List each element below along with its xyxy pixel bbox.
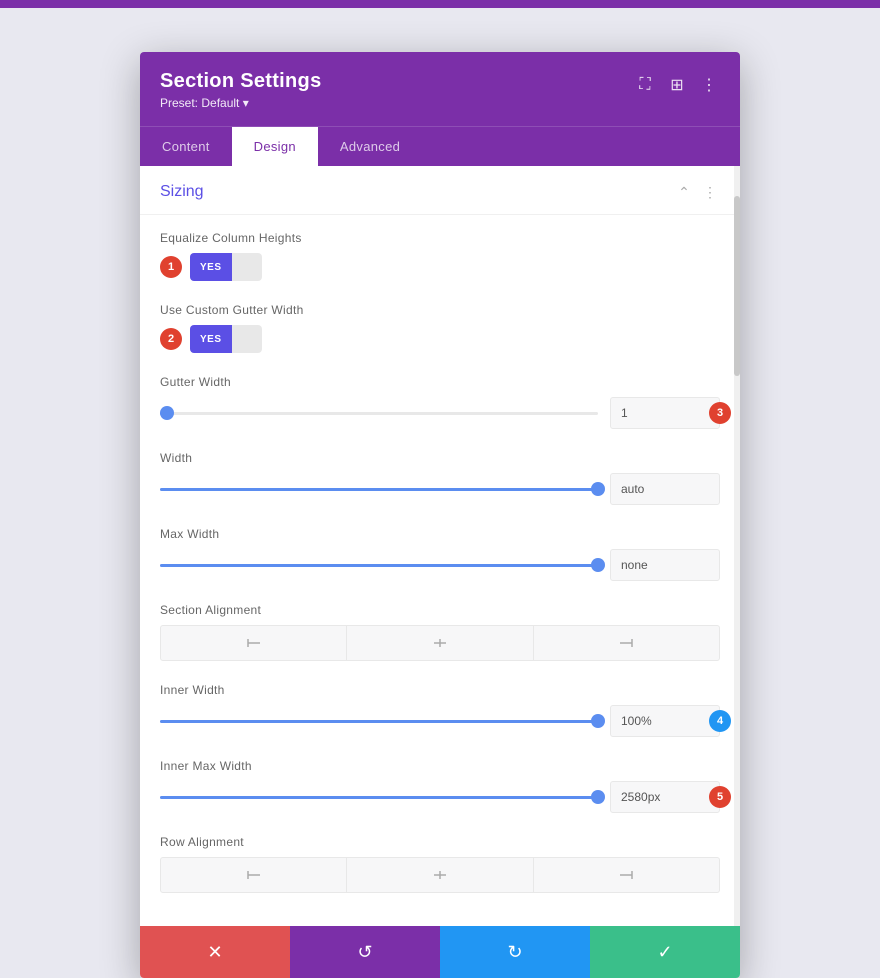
- more-icon[interactable]: ⋮: [698, 74, 720, 96]
- align-left-btn[interactable]: [160, 625, 347, 661]
- tab-content[interactable]: Content: [140, 127, 232, 166]
- toggle-no-2: [232, 325, 262, 353]
- row-align-right-icon: [618, 869, 634, 881]
- row-align-center-icon: [432, 869, 448, 881]
- header-icons: ⛶ ⊞ ⋮: [634, 74, 720, 96]
- width-row: Width: [160, 451, 720, 505]
- tabs: Content Design Advanced: [140, 126, 740, 166]
- badge-1: 1: [160, 256, 182, 278]
- inner-width-label: Inner Width: [160, 683, 720, 697]
- max-width-thumb[interactable]: [591, 558, 605, 572]
- gutter-width-input-wrap: 3: [610, 397, 720, 429]
- max-width-slider-row: [160, 549, 720, 581]
- inner-max-width-row: Inner Max Width 5: [160, 759, 720, 813]
- section-settings-modal: Section Settings Preset: Default ▾ ⛶ ⊞ ⋮…: [140, 52, 740, 978]
- layout-icon[interactable]: ⊞: [666, 74, 688, 96]
- collapse-icon[interactable]: ⌃: [674, 182, 694, 202]
- modal-title: Section Settings: [160, 70, 322, 93]
- section-alignment-group: [160, 625, 720, 661]
- custom-gutter-toggle-row: 2 YES: [160, 325, 720, 353]
- badge-2: 2: [160, 328, 182, 350]
- toggle-no-1: [232, 253, 262, 281]
- max-width-input[interactable]: [610, 549, 720, 581]
- row-alignment-label: Row Alignment: [160, 835, 720, 849]
- custom-gutter-label: Use Custom Gutter Width: [160, 303, 720, 317]
- badge-3: 3: [709, 402, 731, 424]
- inner-width-thumb[interactable]: [591, 714, 605, 728]
- modal-header: Section Settings Preset: Default ▾ ⛶ ⊞ ⋮: [140, 52, 740, 126]
- modal-preset[interactable]: Preset: Default ▾: [160, 96, 322, 110]
- gutter-width-thumb[interactable]: [160, 406, 174, 420]
- equalize-columns-label: Equalize Column Heights: [160, 231, 720, 245]
- top-bar: [0, 0, 880, 8]
- inner-width-row: Inner Width 4: [160, 683, 720, 737]
- width-thumb[interactable]: [591, 482, 605, 496]
- toggle-yes-2: YES: [190, 325, 232, 353]
- tab-advanced[interactable]: Advanced: [318, 127, 422, 166]
- scrollbar-thumb[interactable]: [734, 196, 740, 376]
- inner-max-width-label: Inner Max Width: [160, 759, 720, 773]
- width-label: Width: [160, 451, 720, 465]
- badge-5: 5: [709, 786, 731, 808]
- expand-icon[interactable]: ⛶: [634, 74, 656, 96]
- undo-button[interactable]: ↺: [290, 926, 440, 978]
- width-track[interactable]: [160, 488, 598, 491]
- gutter-width-track[interactable]: [160, 412, 598, 415]
- inner-width-track[interactable]: [160, 720, 598, 723]
- equalize-columns-toggle-row: 1 YES: [160, 253, 720, 281]
- scrollbar[interactable]: [734, 166, 740, 926]
- custom-gutter-toggle[interactable]: YES: [190, 325, 262, 353]
- inner-max-width-slider-row: 5: [160, 781, 720, 813]
- tab-design[interactable]: Design: [232, 127, 318, 166]
- max-width-row: Max Width: [160, 527, 720, 581]
- align-right-btn[interactable]: [534, 625, 720, 661]
- inner-max-width-input[interactable]: [610, 781, 720, 813]
- redo-button[interactable]: ↻: [440, 926, 590, 978]
- align-center-icon: [432, 637, 448, 649]
- align-center-btn[interactable]: [347, 625, 533, 661]
- save-button[interactable]: ✓: [590, 926, 740, 978]
- inner-width-slider-row: 4: [160, 705, 720, 737]
- inner-max-width-input-wrap: 5: [610, 781, 720, 813]
- row-align-left-btn[interactable]: [160, 857, 347, 893]
- max-width-track[interactable]: [160, 564, 598, 567]
- gutter-width-label: Gutter Width: [160, 375, 720, 389]
- max-width-label: Max Width: [160, 527, 720, 541]
- badge-4: 4: [709, 710, 731, 732]
- inner-width-input-wrap: 4: [610, 705, 720, 737]
- cancel-button[interactable]: ✕: [140, 926, 290, 978]
- width-input[interactable]: [610, 473, 720, 505]
- row-alignment-row: Row Alignment: [160, 835, 720, 893]
- custom-gutter-row: Use Custom Gutter Width 2 YES: [160, 303, 720, 353]
- header-left: Section Settings Preset: Default ▾: [160, 70, 322, 110]
- width-input-wrap: [610, 473, 720, 505]
- sizing-section-header: Sizing ⌃ ⋮: [140, 166, 740, 215]
- sizing-title: Sizing: [160, 183, 204, 201]
- section-alignment-label: Section Alignment: [160, 603, 720, 617]
- gutter-width-input[interactable]: [610, 397, 720, 429]
- max-width-input-wrap: [610, 549, 720, 581]
- align-right-icon: [618, 637, 634, 649]
- width-slider-row: [160, 473, 720, 505]
- align-left-icon: [246, 637, 262, 649]
- toggle-yes-1: YES: [190, 253, 232, 281]
- inner-max-width-track[interactable]: [160, 796, 598, 799]
- section-header-icons: ⌃ ⋮: [674, 182, 720, 202]
- section-more-icon[interactable]: ⋮: [700, 182, 720, 202]
- gutter-width-slider-row: 3: [160, 397, 720, 429]
- inner-max-width-thumb[interactable]: [591, 790, 605, 804]
- section-alignment-row: Section Alignment: [160, 603, 720, 661]
- gutter-width-row: Gutter Width 3: [160, 375, 720, 429]
- row-alignment-group: [160, 857, 720, 893]
- row-align-left-icon: [246, 869, 262, 881]
- equalize-columns-row: Equalize Column Heights 1 YES: [160, 231, 720, 281]
- modal-footer: ✕ ↺ ↻ ✓: [140, 926, 740, 978]
- row-align-center-btn[interactable]: [347, 857, 533, 893]
- equalize-columns-toggle[interactable]: YES: [190, 253, 262, 281]
- inner-width-input[interactable]: [610, 705, 720, 737]
- modal-body: Sizing ⌃ ⋮ Equalize Column Heights 1 YES: [140, 166, 740, 926]
- row-align-right-btn[interactable]: [534, 857, 720, 893]
- settings-content: Equalize Column Heights 1 YES Use Custom…: [140, 215, 740, 926]
